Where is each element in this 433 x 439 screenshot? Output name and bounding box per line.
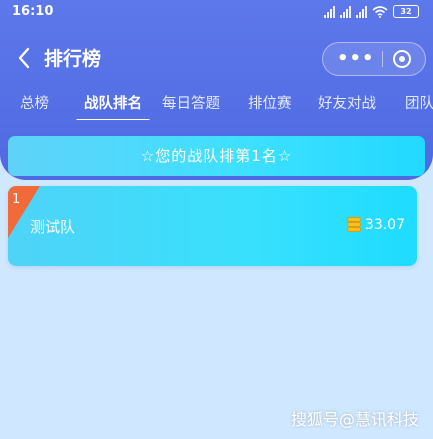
coin-stack-icon xyxy=(346,217,361,233)
team-rank-banner: ☆您的战队排第1名☆ xyxy=(8,136,425,176)
tab-team[interactable]: 团队 xyxy=(405,92,433,113)
status-bar: 16:10 32 xyxy=(0,0,433,24)
status-icons: 32 xyxy=(324,5,419,18)
tab-daily-quiz[interactable]: 每日答题 xyxy=(162,92,220,113)
tab-bar: 总榜 战队排名 每日答题 排位赛 好友对战 团队 xyxy=(0,92,433,120)
close-target-icon[interactable] xyxy=(393,50,411,68)
capsule-divider xyxy=(382,51,383,67)
watermark: 搜狐号@慧讯科技 xyxy=(290,410,419,429)
signal-icon xyxy=(340,5,351,18)
back-button[interactable] xyxy=(10,38,38,78)
wifi-icon xyxy=(372,5,388,18)
tab-team-ranking[interactable]: 战队排名 xyxy=(84,92,142,113)
ranking-row[interactable]: 1 测试队 33.07 xyxy=(8,186,417,266)
signal-icon xyxy=(356,5,367,18)
team-name: 测试队 xyxy=(30,218,76,236)
chevron-left-icon xyxy=(18,47,30,69)
battery-icon: 32 xyxy=(393,5,419,18)
rank-number: 1 xyxy=(12,192,21,207)
tab-ranked-match[interactable]: 排位赛 xyxy=(248,92,292,113)
miniprogram-capsule: ••• xyxy=(322,42,426,76)
tab-friend-battle[interactable]: 好友对战 xyxy=(318,92,376,113)
signal-icon xyxy=(324,5,335,18)
score-group: 33.07 xyxy=(346,217,405,233)
page-title: 排行榜 xyxy=(44,48,102,70)
title-bar: 排行榜 ••• xyxy=(0,38,433,78)
active-tab-indicator xyxy=(76,119,150,120)
status-time: 16:10 xyxy=(12,4,54,19)
more-button[interactable]: ••• xyxy=(337,43,374,75)
team-score: 33.07 xyxy=(364,217,405,233)
tab-overall[interactable]: 总榜 xyxy=(20,92,49,113)
